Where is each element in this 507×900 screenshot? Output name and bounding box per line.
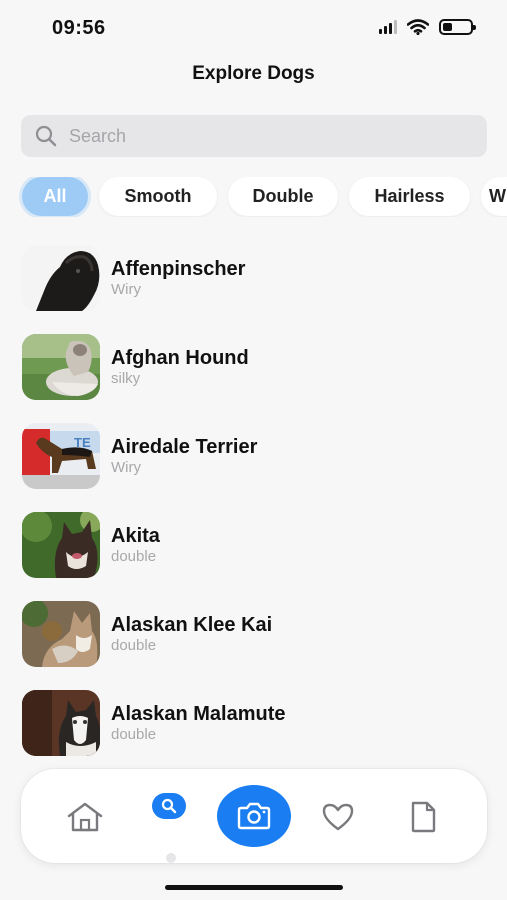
search-icon: [161, 798, 177, 814]
status-bar: 09:56: [0, 0, 507, 56]
battery-fill: [443, 23, 453, 31]
nav-documents[interactable]: [403, 799, 443, 835]
page-title: Explore Dogs: [192, 63, 315, 84]
home-icon: [67, 802, 103, 832]
heart-icon: [322, 803, 354, 831]
filter-chips: All Smooth Double Hairless W: [0, 177, 507, 217]
list-item-affenpinscher[interactable]: Affenpinscher Wiry: [22, 245, 492, 311]
status-icons: [379, 19, 476, 35]
dog-name: Afghan Hound: [111, 347, 249, 369]
wifi-icon: [407, 19, 429, 35]
search-icon: [35, 125, 57, 147]
cellular-signal-icon: [379, 20, 397, 34]
camera-icon: [237, 802, 271, 830]
list-item-akita[interactable]: Akita double: [22, 512, 492, 578]
dog-photo: [22, 601, 100, 667]
filter-chip-double[interactable]: Double: [228, 177, 338, 216]
dog-name: Affenpinscher: [111, 258, 246, 280]
bottom-nav: [21, 769, 487, 863]
filter-chip-w[interactable]: W: [481, 177, 507, 216]
coat-type: double: [111, 726, 157, 743]
filter-chip-hairless[interactable]: Hairless: [349, 177, 470, 216]
coat-type: double: [111, 637, 157, 654]
nav-search[interactable]: [152, 793, 186, 819]
nav-favorites[interactable]: [318, 799, 358, 835]
filter-chip-all[interactable]: All: [22, 177, 88, 216]
dog-name: Airedale Terrier: [111, 436, 258, 458]
dog-name: Alaskan Klee Kai: [111, 614, 273, 636]
filter-chip-smooth[interactable]: Smooth: [99, 177, 217, 216]
list-item-afghan-hound[interactable]: Afghan Hound silky: [22, 334, 492, 400]
search-bar[interactable]: [21, 115, 487, 157]
dog-photo: TE: [22, 423, 100, 489]
active-tab-indicator: [166, 853, 176, 863]
coat-type: double: [111, 548, 157, 565]
coat-type: silky: [111, 370, 141, 387]
list-item-alaskan-malamute[interactable]: Alaskan Malamute double: [22, 690, 492, 756]
document-icon: [411, 801, 436, 833]
search-input[interactable]: [69, 125, 449, 147]
dog-photo: [22, 690, 100, 756]
dog-photo: [22, 334, 100, 400]
dog-photo: [22, 245, 100, 311]
nav-home[interactable]: [65, 799, 105, 835]
dog-name: Akita: [111, 525, 160, 547]
camera-button[interactable]: [217, 785, 291, 847]
home-indicator[interactable]: [165, 885, 343, 890]
battery-icon: [439, 19, 476, 35]
status-time: 09:56: [52, 17, 106, 39]
coat-type: Wiry: [111, 459, 141, 476]
dog-photo: [22, 512, 100, 578]
dog-name: Alaskan Malamute: [111, 703, 286, 725]
list-item-alaskan-klee-kai[interactable]: Alaskan Klee Kai double: [22, 601, 492, 667]
list-item-airedale-terrier[interactable]: TE Airedale Terrier Wiry: [22, 423, 492, 489]
coat-type: Wiry: [111, 281, 141, 298]
